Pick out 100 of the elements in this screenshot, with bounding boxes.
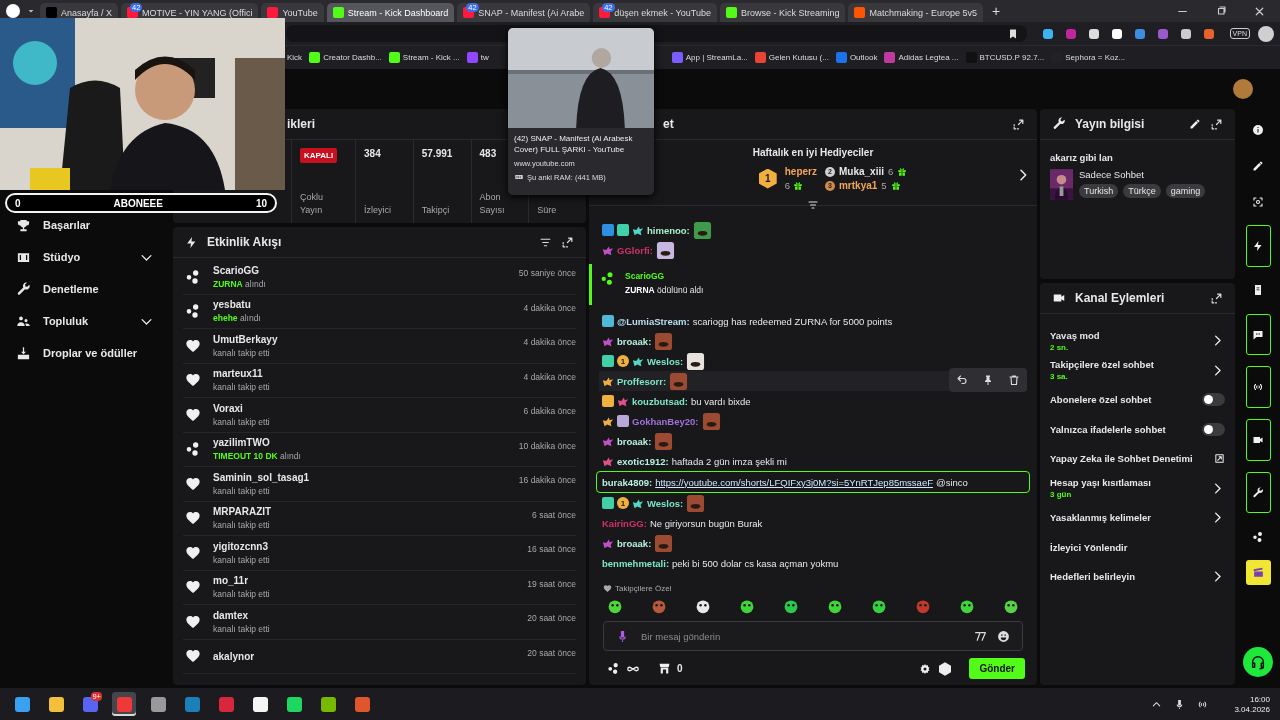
chat-username[interactable]: himenoo:	[647, 224, 690, 236]
chat-username[interactable]: burak4809:	[602, 476, 653, 488]
bookmark[interactable]: App | StreamLa...	[671, 52, 748, 63]
chat-username[interactable]: broaak:	[617, 335, 652, 347]
chat-username[interactable]: ScarioGG	[625, 271, 704, 281]
pin-icon[interactable]	[982, 374, 994, 386]
pencil-icon[interactable]	[1189, 118, 1201, 130]
chat-username[interactable]: broaak:	[617, 537, 652, 549]
restore-icon[interactable]	[1215, 4, 1227, 17]
gifter-name[interactable]: mrtkya1	[838, 180, 878, 191]
popout-icon[interactable]	[1210, 291, 1223, 305]
emote-icon[interactable]	[959, 598, 975, 614]
emote-icon[interactable]	[1003, 598, 1019, 614]
browser-tab[interactable]: Browse - Kick Streaming	[719, 3, 846, 22]
browser-logo-icon[interactable]	[6, 4, 20, 18]
event-username[interactable]: UmutBerkayy	[213, 333, 512, 345]
event-username[interactable]: mo_11r	[213, 575, 516, 587]
clock-time[interactable]: 16:00	[1249, 694, 1270, 704]
chat-username[interactable]: kouzbutsad:	[632, 395, 688, 407]
event-username[interactable]: yesbatu	[213, 299, 512, 311]
extension-icon[interactable]	[1180, 28, 1191, 39]
action-label[interactable]: İzleyici Yönlendir	[1050, 541, 1128, 553]
tag-chip[interactable]: Turkish	[1079, 184, 1119, 198]
event-username[interactable]: Voraxi	[213, 402, 512, 414]
bookmark[interactable]: Stream - Kick ...	[388, 52, 460, 63]
rail-button[interactable]	[1245, 419, 1271, 461]
bookmark[interactable]: Creator Dashb...	[309, 52, 382, 63]
emote-icon[interactable]	[607, 598, 623, 614]
event-username[interactable]: ScarioGG	[213, 264, 507, 276]
external-link-icon[interactable]	[1214, 453, 1225, 465]
sidebar-item[interactable]: Stüdyo	[0, 241, 170, 273]
event-username[interactable]: Saminin_sol_tasag1	[213, 471, 507, 483]
action-label[interactable]: Yalnızca ifadelerle sohbet	[1050, 423, 1166, 435]
toggle-switch[interactable]	[1202, 422, 1225, 436]
action-label[interactable]: Yavaş mod	[1050, 329, 1100, 341]
event-username[interactable]: damtex	[213, 609, 516, 621]
user-avatar[interactable]	[1233, 79, 1253, 99]
sidebar-item[interactable]: Droplar ve ödüller	[0, 337, 170, 369]
tag-chip[interactable]: gaming	[1165, 184, 1206, 198]
emote-icon[interactable]	[739, 598, 755, 614]
chat-username[interactable]: Proffesorr:	[617, 375, 667, 387]
browser-tab[interactable]: Stream - Kick Dashboard	[326, 3, 455, 22]
emote-icon[interactable]	[783, 598, 799, 614]
chat-username[interactable]: Weslos:	[647, 355, 684, 367]
category-name[interactable]: Sadece Sohbet	[1079, 169, 1206, 180]
trash-icon[interactable]	[1008, 374, 1020, 386]
emote-icon[interactable]	[827, 598, 843, 614]
tag-chip[interactable]: Türkçe	[1123, 184, 1161, 198]
sidebar-item[interactable]: Denetleme	[0, 273, 170, 305]
emote-icon[interactable]	[871, 598, 887, 614]
clapper-button[interactable]	[1245, 560, 1271, 586]
action-label[interactable]: Yapay Zeka ile Sohbet Denetimi	[1050, 453, 1193, 465]
rail-button[interactable]	[1245, 471, 1271, 514]
settings-icon[interactable]	[919, 662, 932, 675]
browser-tab[interactable]: Matchmaking - Europe 5v5	[848, 3, 984, 22]
bookmark[interactable]: Kick	[287, 53, 303, 62]
popout-icon[interactable]	[561, 235, 574, 249]
taskbar-app-icon[interactable]	[112, 692, 136, 716]
chat-username[interactable]: GGlorfi:	[617, 244, 653, 256]
action-label[interactable]: Hesap yaşı kısıtlaması	[1050, 477, 1151, 489]
chat-username[interactable]: exotic1912:	[617, 455, 669, 467]
rail-button[interactable]	[1245, 313, 1271, 356]
event-username[interactable]: yigitozcnn3	[213, 540, 516, 552]
chat-username[interactable]: GokhanBey20:	[632, 415, 699, 427]
bookmark[interactable]: Gelen Kutusu (...	[754, 52, 829, 63]
gifter-name[interactable]: heperz	[784, 166, 817, 177]
chat-username[interactable]: broaak:	[617, 435, 652, 447]
chat-username[interactable]: @LumiaStream:	[617, 315, 690, 327]
bookmark[interactable]: Sephora = Koz...	[1051, 52, 1126, 63]
chat-username[interactable]: KairinGG:	[602, 517, 647, 529]
chat-link[interactable]: https://youtube.com/shorts/LFQIFxy3j0M?si=5YnRTJep85mssaeF	[655, 476, 933, 488]
new-tab-button[interactable]: +	[986, 3, 1007, 19]
extension-icon[interactable]	[1042, 28, 1053, 39]
support-button[interactable]	[1243, 647, 1273, 678]
extension-icon[interactable]	[1088, 28, 1099, 39]
action-label[interactable]: Takipçilere özel sohbet	[1050, 359, 1154, 371]
clock-date[interactable]: 3.04.2026	[1234, 704, 1270, 714]
emote-icon[interactable]	[695, 598, 711, 614]
sidebar-item[interactable]: Başarılar	[0, 209, 170, 241]
message-composer[interactable]: Bir mesaj gönderin	[603, 621, 1023, 651]
profile-avatar[interactable]	[1258, 25, 1274, 42]
medal-icon[interactable]	[937, 660, 954, 677]
chat-username[interactable]: benmehmetali:	[602, 557, 670, 569]
popout-icon[interactable]	[1012, 117, 1025, 131]
event-username[interactable]: akalynor	[213, 650, 516, 662]
action-label[interactable]: Abonelere özel sohbet	[1050, 394, 1152, 406]
store-icon[interactable]	[658, 662, 671, 675]
bookmark[interactable]: Adidas Legtea ...	[884, 52, 959, 63]
extension-icon[interactable]	[1111, 28, 1122, 39]
gifter-name[interactable]: Muka_xiii	[838, 166, 884, 177]
rail-button[interactable]	[1245, 225, 1271, 267]
undo-icon[interactable]	[956, 374, 968, 386]
browser-tab[interactable]: YouTube	[261, 3, 324, 22]
event-username[interactable]: yazilimTWO	[213, 437, 507, 449]
rail-button[interactable]	[1245, 366, 1271, 408]
action-label[interactable]: Yasaklanmış kelimeler	[1050, 512, 1151, 524]
bookmark[interactable]: BTCUSD.P 92.7...	[965, 52, 1045, 63]
popout-icon[interactable]	[1210, 117, 1223, 131]
message-input[interactable]: Bir mesaj gönderin	[639, 629, 964, 643]
action-label[interactable]: Hedefleri belirleyin	[1050, 571, 1135, 583]
